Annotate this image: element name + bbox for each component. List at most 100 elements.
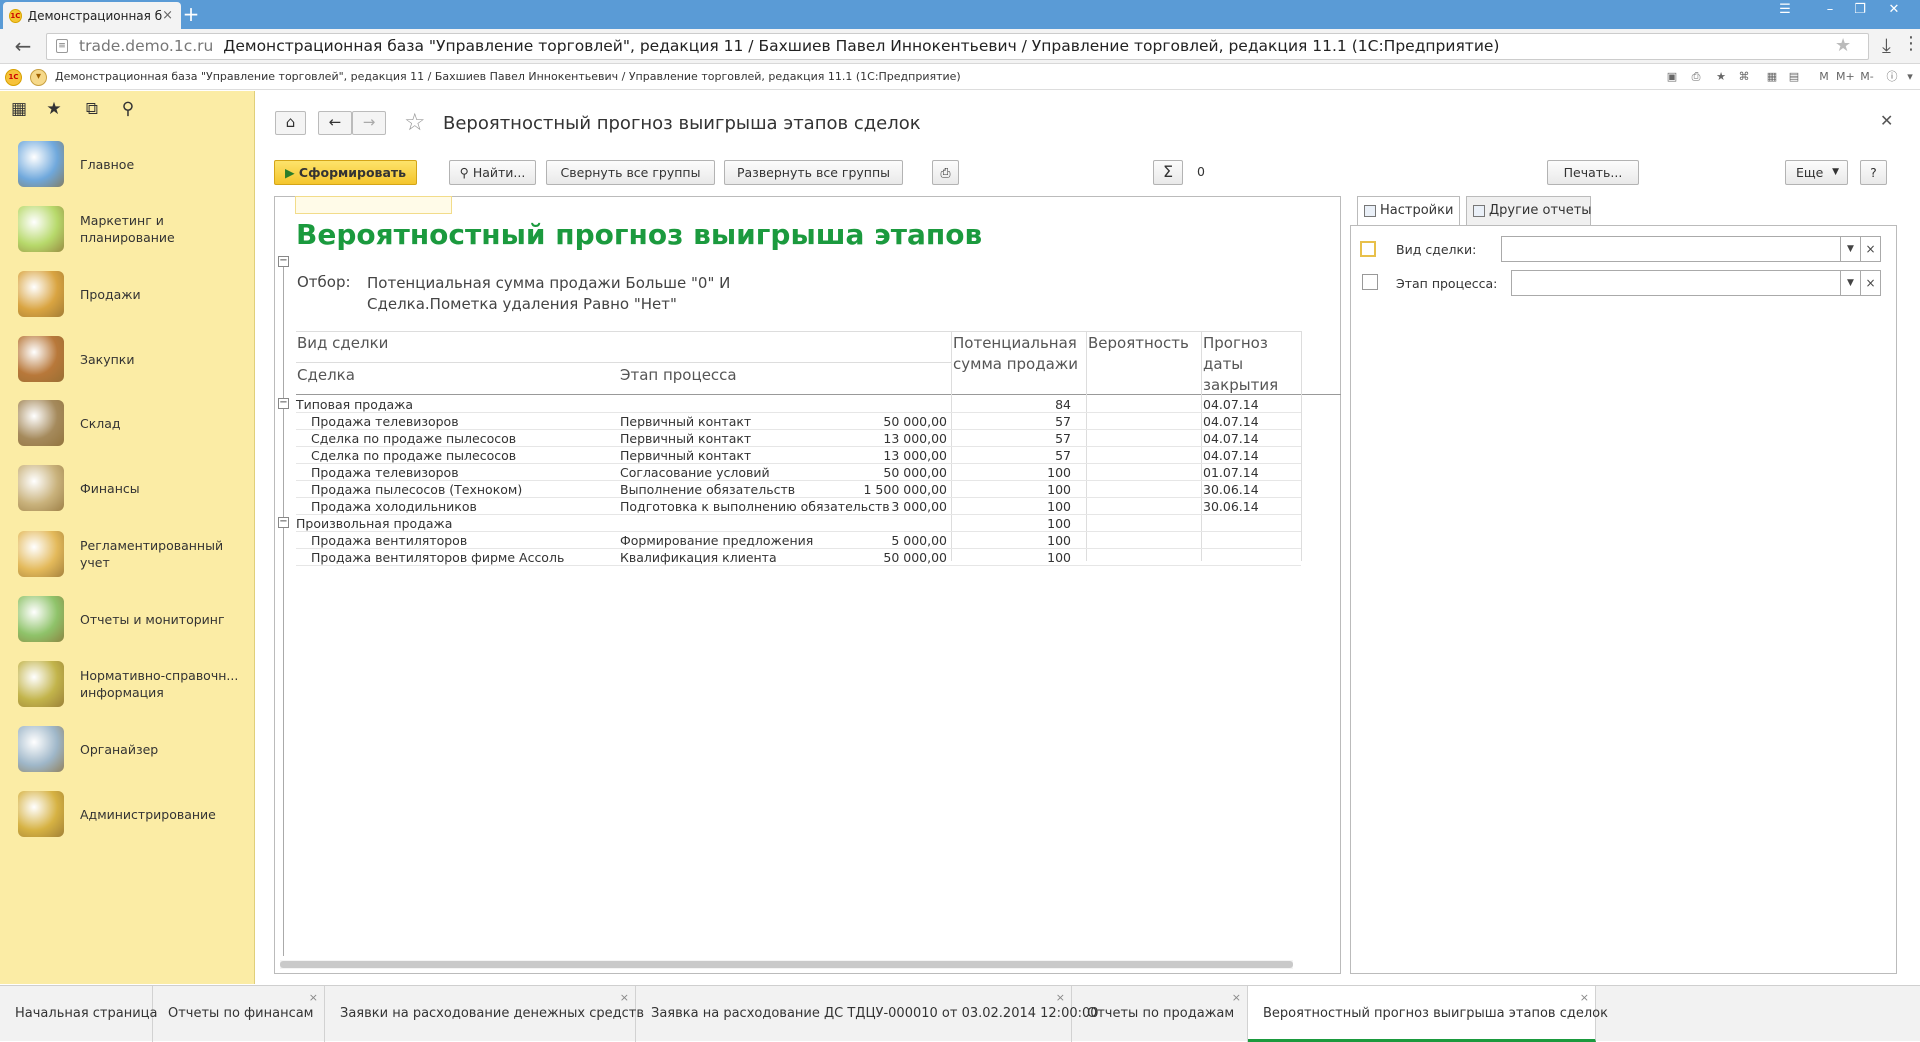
outline-collapse-icon[interactable]: − [278, 398, 289, 409]
sidebar-section[interactable]: Отчеты и мониторинг [0, 587, 255, 651]
table-row[interactable]: Продажа вентиляторов Формирование предлож… [296, 532, 1301, 549]
outline-collapse-icon[interactable]: − [278, 517, 289, 528]
generate-button[interactable]: ▶ Сформировать [274, 160, 417, 185]
cell-amount: 1 500 000,00 [863, 482, 948, 497]
sidebar-section-label: Финансы [80, 480, 140, 496]
table-row[interactable]: Сделка по продаже пылесосов Первичный кон… [296, 447, 1301, 464]
table-row[interactable]: Продажа вентиляторов фирме Ассоль Квалифи… [296, 549, 1301, 566]
horizontal-scrollbar[interactable] [280, 960, 1293, 969]
sum-icon[interactable]: Σ [1153, 160, 1183, 185]
minimize-icon[interactable]: – [1813, 0, 1847, 22]
expand-groups-button[interactable]: Развернуть все группы [724, 160, 903, 185]
close-tab-icon[interactable]: × [162, 8, 173, 23]
outline-collapse-icon[interactable]: − [278, 256, 289, 267]
sidebar-section[interactable]: Финансы [0, 456, 255, 520]
print-button[interactable]: Печать... [1547, 160, 1639, 185]
coins-icon [18, 465, 64, 511]
dropdown-icon[interactable]: ▾ [1902, 69, 1918, 85]
table-row[interactable]: Сделка по продаже пылесосов Первичный кон… [296, 430, 1301, 447]
spreadsheet-icon[interactable]: ▦ [1764, 69, 1780, 85]
bookmark-star-icon[interactable]: ★ [1835, 35, 1851, 56]
window-tab[interactable]: Заявка на расходование ДС ТДЦУ-000010 от… [636, 986, 1099, 1042]
save-icon[interactable]: ▣ [1664, 69, 1680, 85]
restore-icon[interactable]: ❐ [1843, 0, 1877, 22]
sidebar-section[interactable]: Закупки [0, 327, 255, 391]
sidebar-section[interactable]: Регламентированный учет [0, 522, 255, 586]
window-tab[interactable]: Начальная страница [0, 986, 157, 1042]
close-tab-icon[interactable]: × [309, 992, 318, 1004]
deal-type-clear-icon[interactable]: × [1861, 236, 1881, 262]
favorite-icon[interactable]: ★ [1713, 69, 1729, 85]
url-field[interactable]: trade.demo.1c.ru Демонстрационная база "… [46, 33, 1869, 60]
home-button[interactable]: ⌂ [275, 111, 306, 135]
process-stage-checkbox[interactable] [1362, 274, 1378, 290]
close-window-icon[interactable]: ✕ [1877, 0, 1911, 22]
favorite-star-icon[interactable]: ☆ [404, 108, 426, 136]
sidebar-section[interactable]: Продажи [0, 262, 255, 326]
memory-m-plus-button[interactable]: M+ [1836, 69, 1855, 85]
header-deal: Сделка [297, 366, 355, 384]
table-row[interactable]: Произвольная продажа 100 [296, 515, 1301, 532]
deal-type-checkbox[interactable] [1360, 241, 1376, 257]
close-tab-icon[interactable]: × [1232, 992, 1241, 1004]
header-forecast: Прогноз даты закрытия [1203, 334, 1279, 394]
process-stage-field[interactable] [1511, 270, 1841, 296]
print-icon[interactable]: ⎙ [1688, 69, 1704, 85]
close-tab-icon[interactable]: × [1056, 992, 1065, 1004]
download-icon[interactable]: ⤓ [1882, 33, 1891, 57]
window-tab[interactable]: Отчеты по продажам × [1072, 986, 1248, 1042]
tab-other-reports[interactable]: Другие отчеты [1466, 196, 1592, 226]
browser-tab[interactable]: 1С Демонстрационная б × [3, 2, 181, 29]
header-line [296, 331, 1301, 332]
main-menu-icon[interactable]: ▾ [30, 69, 47, 86]
window-tab[interactable]: Вероятностный прогноз выигрыша этапов сд… [1248, 986, 1608, 1042]
table-row[interactable]: Продажа телевизоров Согласование условий 5… [296, 464, 1301, 481]
1c-logo-icon[interactable]: 1С [5, 69, 22, 86]
favorites-star-icon[interactable]: ★ [42, 98, 66, 120]
new-tab-icon[interactable]: + [178, 3, 204, 27]
more-vertical-icon[interactable]: ⋮ [1902, 33, 1920, 54]
sidebar-section[interactable]: Администрирование [0, 782, 255, 846]
link-icon[interactable]: ⌘ [1736, 69, 1752, 85]
sidebar-section[interactable]: Органайзер [0, 717, 255, 781]
find-button[interactable]: ⚲ Найти... [449, 160, 536, 185]
table-row[interactable]: Типовая продажа 84 04.07.14 [296, 396, 1301, 413]
settings-panel [1350, 225, 1897, 974]
history-icon[interactable]: ⧉ [80, 98, 104, 120]
collapse-groups-button[interactable]: Свернуть все группы [546, 160, 715, 185]
deal-type-field[interactable] [1501, 236, 1841, 262]
table-row[interactable]: Продажа пылесосов (Техноком) Выполнение о… [296, 481, 1301, 498]
tab-settings[interactable]: Настройки [1357, 196, 1460, 227]
sidebar-section[interactable]: Главное [0, 132, 255, 196]
table-row[interactable]: Продажа холодильников Подготовка к выполн… [296, 498, 1301, 515]
process-stage-dropdown-icon[interactable]: ▼ [1841, 270, 1861, 296]
window-tab[interactable]: Отчеты по финансам × [153, 986, 325, 1042]
memory-m-minus-button[interactable]: M- [1858, 69, 1876, 85]
filter-line: Сделка.Пометка удаления Равно "Нет" [367, 295, 677, 313]
forward-button[interactable]: → [352, 111, 386, 135]
sidebar-section[interactable]: Нормативно-справочн... информация [0, 652, 255, 716]
apps-grid-icon[interactable]: ▦ [7, 98, 31, 120]
menu-icon[interactable]: ☰ [1768, 0, 1802, 22]
back-button[interactable]: ← [318, 111, 352, 135]
close-form-icon[interactable]: ✕ [1880, 111, 1893, 130]
print-preview-icon[interactable]: ⎙ [932, 160, 959, 185]
sidebar-section[interactable]: Маркетинг и планирование [0, 197, 255, 261]
help-button[interactable]: ? [1860, 160, 1887, 185]
window-tab[interactable]: Заявки на расходование денежных средств × [325, 986, 644, 1042]
search-icon[interactable]: ⚲ [116, 98, 140, 120]
close-tab-icon[interactable]: × [620, 992, 629, 1004]
tab-settings-label: Настройки [1380, 203, 1454, 218]
calendar-icon[interactable]: ▤ [1786, 69, 1802, 85]
process-stage-clear-icon[interactable]: × [1861, 270, 1881, 296]
scrollbar-thumb[interactable] [280, 961, 1293, 968]
sidebar-section[interactable]: Склад [0, 391, 255, 455]
more-button[interactable]: Еще ▼ [1785, 160, 1848, 185]
memory-m-button[interactable]: M [1816, 69, 1832, 85]
info-icon[interactable]: ⓘ [1884, 69, 1900, 85]
close-tab-icon[interactable]: × [1580, 992, 1589, 1004]
cell-stage: Первичный контакт [620, 448, 752, 463]
back-arrow-icon[interactable]: ← [10, 34, 36, 60]
deal-type-dropdown-icon[interactable]: ▼ [1841, 236, 1861, 262]
table-row[interactable]: Продажа телевизоров Первичный контакт 50 0… [296, 413, 1301, 430]
